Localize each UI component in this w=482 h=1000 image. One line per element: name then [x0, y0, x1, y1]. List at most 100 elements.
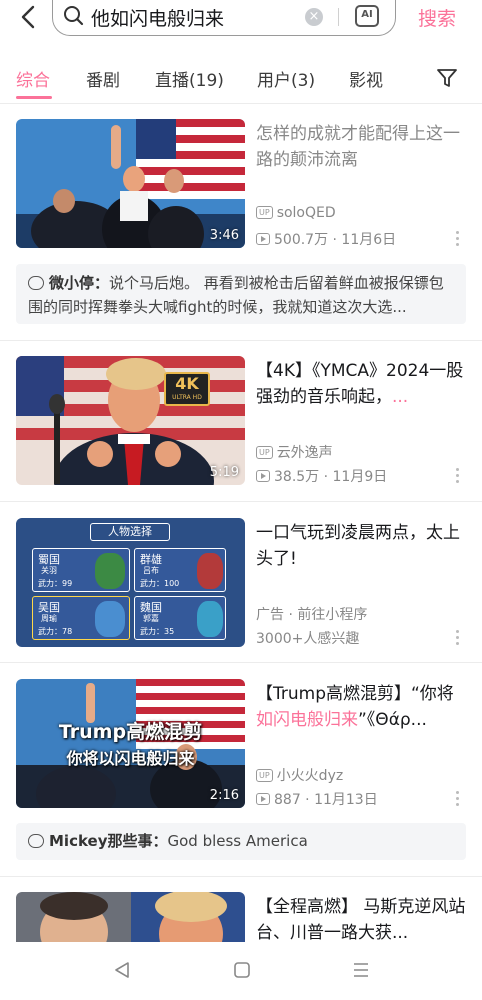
character-avatar	[95, 553, 125, 589]
tab-users[interactable]: 用户(3)	[257, 66, 315, 91]
search-button[interactable]: 搜索	[418, 4, 456, 31]
uploader-line[interactable]: UP 小火火dyz	[256, 765, 343, 785]
character-cell: 魏国 郭嘉 武力：35	[134, 596, 226, 640]
video-stats: 500.7万 · 11月6日	[274, 232, 397, 248]
nav-home-icon[interactable]	[232, 960, 252, 980]
character-name: 周瑜	[41, 614, 57, 623]
video-duration: 3:46	[209, 228, 239, 243]
comment-icon	[28, 276, 44, 290]
comment-icon	[28, 834, 44, 848]
more-options-icon[interactable]	[456, 231, 460, 249]
video-title[interactable]: 【Trump高燃混剪】“你将如闪电般归来”《Θάρ...	[256, 681, 466, 733]
tab-bar: 综合 番剧 直播(19) 用户(3) 影视	[0, 56, 482, 102]
search-icon	[64, 6, 84, 26]
video-title-text: ”《Θάρ...	[358, 710, 427, 730]
back-arrow-icon[interactable]	[14, 4, 44, 30]
ad-label[interactable]: 广告 · 前往小程序	[256, 604, 367, 624]
character-power: 武力：78	[38, 627, 73, 636]
overlay-subtitle: 你将以闪电般归来	[66, 749, 195, 768]
video-card[interactable]: 3:46 怎样的成就才能配得上这一路的颠沛流离 UP soloQED 500.7万…	[16, 119, 466, 254]
video-thumbnail[interactable]: Trump高燃混剪 你将以闪电般归来 2:16	[16, 679, 245, 808]
ai-icon[interactable]: AI	[355, 5, 379, 27]
game-header: 人物选择	[90, 523, 170, 541]
video-title[interactable]: 【4K】《YMCA》2024一股强劲的音乐响起，...	[256, 358, 466, 410]
more-options-icon[interactable]	[456, 791, 460, 809]
close-circle-icon[interactable]: ×	[305, 8, 323, 26]
top-comment[interactable]: 微小停：说个马后炮。 再看到被枪击后留着鲜血被报保镖包围的同时挥舞拳头大喊fig…	[16, 264, 466, 324]
character-power: 武力：35	[140, 627, 175, 636]
up-icon: UP	[256, 769, 273, 782]
uploader-name: 云外逸声	[276, 445, 333, 461]
tab-all[interactable]: 综合	[16, 66, 50, 91]
play-count-icon	[256, 793, 270, 805]
active-tab-indicator	[16, 96, 52, 99]
video-stats: 38.5万 · 11月9日	[274, 469, 388, 485]
search-input[interactable]: 他如闪电般归来	[91, 4, 224, 31]
character-name: 郭嘉	[143, 614, 159, 623]
character-cell: 蜀国 关羽 武力：99	[32, 548, 130, 592]
play-count-icon	[256, 470, 270, 482]
ad-thumbnail[interactable]: 人物选择 蜀国 关羽 武力：99 群雄 吕布 武力：100 吴国 周瑜 武力：7…	[16, 518, 245, 647]
comment-user: 微小停：	[49, 274, 110, 292]
video-title-text: 【4K】《YMCA》2024一股强劲的音乐响起，	[256, 361, 464, 407]
title-ellipsis: ...	[392, 387, 409, 407]
video-title[interactable]: 怎样的成就才能配得上这一路的颠沛流离	[256, 121, 466, 173]
comment-text: God bless America	[167, 832, 308, 850]
video-card[interactable]: 4K ULTRA HD 5:19 【4K】《YMCA》2024一股强劲的音乐响起…	[16, 356, 466, 491]
4k-badge: 4K ULTRA HD	[164, 372, 210, 406]
uploader-name: 小火火dyz	[276, 768, 344, 784]
divider	[0, 340, 482, 341]
top-comment[interactable]: Mickey那些事：God bless America	[16, 823, 466, 860]
video-duration: 5:19	[209, 465, 239, 480]
character-cell: 群雄 吕布 武力：100	[134, 548, 226, 592]
character-name: 吕布	[143, 566, 159, 575]
character-power: 武力：99	[38, 579, 73, 588]
video-thumbnail[interactable]: 4K ULTRA HD 5:19	[16, 356, 245, 485]
stats-line: 500.7万 · 11月6日	[256, 229, 396, 249]
ad-title[interactable]: 一口气玩到凌晨两点，太上头了!	[256, 520, 466, 572]
more-options-icon[interactable]	[456, 468, 460, 486]
video-title-text: 【Trump高燃混剪】“你将	[256, 684, 454, 704]
system-nav-bar	[0, 942, 482, 1000]
separator	[338, 8, 339, 26]
play-count-icon	[256, 233, 270, 245]
stats-line: 887 · 11月13日	[256, 789, 378, 809]
tab-film[interactable]: 影视	[349, 66, 383, 91]
filter-icon[interactable]	[436, 68, 458, 88]
ad-card[interactable]: 人物选择 蜀国 关羽 武力：99 群雄 吕布 武力：100 吴国 周瑜 武力：7…	[16, 518, 466, 648]
more-options-icon[interactable]	[456, 630, 460, 648]
divider	[0, 662, 482, 663]
nav-menu-icon[interactable]	[351, 960, 371, 980]
ad-interest: 3000+人感兴趣	[256, 631, 360, 647]
character-avatar	[197, 553, 223, 589]
overlay-title: Trump高燃混剪	[58, 721, 203, 743]
divider	[0, 876, 482, 877]
video-card[interactable]: Trump高燃混剪 你将以闪电般归来 2:16 【Trump高燃混剪】“你将如闪…	[16, 679, 466, 814]
uploader-line[interactable]: UP soloQED	[256, 205, 336, 221]
search-box[interactable]: 他如闪电般归来 × AI	[52, 0, 396, 36]
stats-line: 38.5万 · 11月9日	[256, 466, 387, 486]
video-duration: 2:16	[209, 788, 239, 803]
character-name: 关羽	[41, 566, 57, 575]
character-avatar	[95, 601, 125, 637]
video-thumbnail[interactable]: 3:46	[16, 119, 245, 248]
title-highlight: 如闪电般归来	[256, 710, 358, 730]
video-thumbnail[interactable]	[16, 892, 245, 942]
top-bar: 他如闪电般归来 × AI 搜索	[0, 0, 482, 36]
tab-live[interactable]: 直播(19)	[155, 66, 224, 91]
divider	[0, 501, 482, 502]
4k-badge-label: 4K	[175, 374, 199, 393]
character-power: 武力：100	[140, 579, 180, 588]
comment-user: Mickey那些事：	[49, 832, 168, 850]
uploader-line[interactable]: UP 云外逸声	[256, 442, 333, 462]
character-avatar	[197, 601, 223, 637]
4k-badge-sub: ULTRA HD	[172, 394, 202, 401]
divider	[0, 103, 482, 104]
character-cell-selected: 吴国 周瑜 武力：78	[32, 596, 130, 640]
video-title[interactable]: 【全程高燃】 马斯克逆风站台、川普一路大获...	[256, 894, 466, 942]
video-card[interactable]: 【全程高燃】 马斯克逆风站台、川普一路大获...	[16, 892, 466, 942]
nav-back-icon[interactable]	[112, 960, 132, 980]
up-icon: UP	[256, 446, 273, 459]
uploader-name: soloQED	[276, 205, 336, 221]
tab-bangumi[interactable]: 番剧	[86, 66, 120, 91]
